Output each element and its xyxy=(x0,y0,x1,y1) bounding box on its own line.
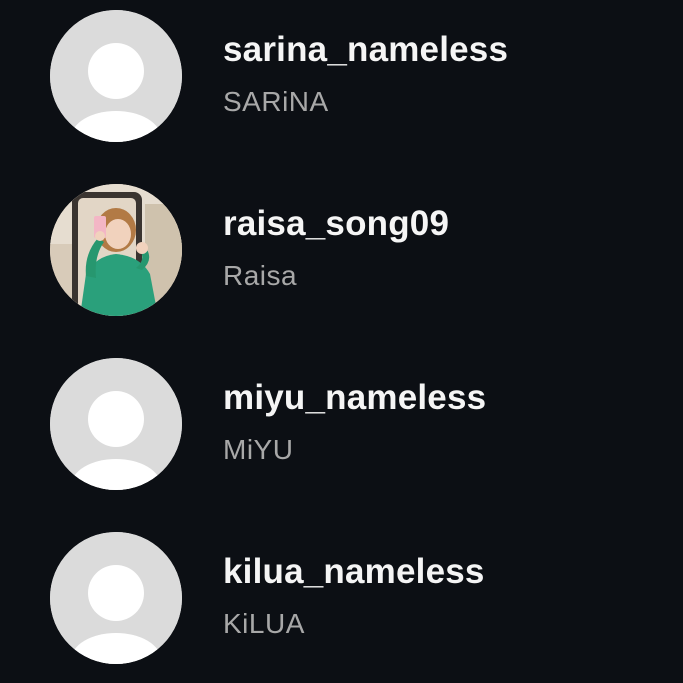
default-avatar-icon[interactable] xyxy=(50,10,182,142)
account-row[interactable]: raisa_song09 Raisa xyxy=(0,174,683,324)
account-row[interactable]: sarina_nameless SARiNA xyxy=(0,0,683,150)
username[interactable]: sarina_nameless xyxy=(223,30,508,70)
account-list: sarina_nameless SARiNA raisa_song09 Rais… xyxy=(0,0,683,683)
default-avatar-icon[interactable] xyxy=(50,358,182,490)
full-name: MiYU xyxy=(223,434,294,465)
username[interactable]: raisa_song09 xyxy=(223,204,449,244)
full-name: SARiNA xyxy=(223,86,329,117)
default-avatar-icon[interactable] xyxy=(50,532,182,664)
account-row[interactable]: kilua_nameless KiLUA xyxy=(0,522,683,672)
full-name: KiLUA xyxy=(223,608,305,639)
full-name: Raisa xyxy=(223,260,298,291)
username[interactable]: kilua_nameless xyxy=(223,552,485,592)
profile-photo[interactable] xyxy=(50,184,182,316)
account-row[interactable]: miyu_nameless MiYU xyxy=(0,348,683,498)
username[interactable]: miyu_nameless xyxy=(223,378,486,418)
